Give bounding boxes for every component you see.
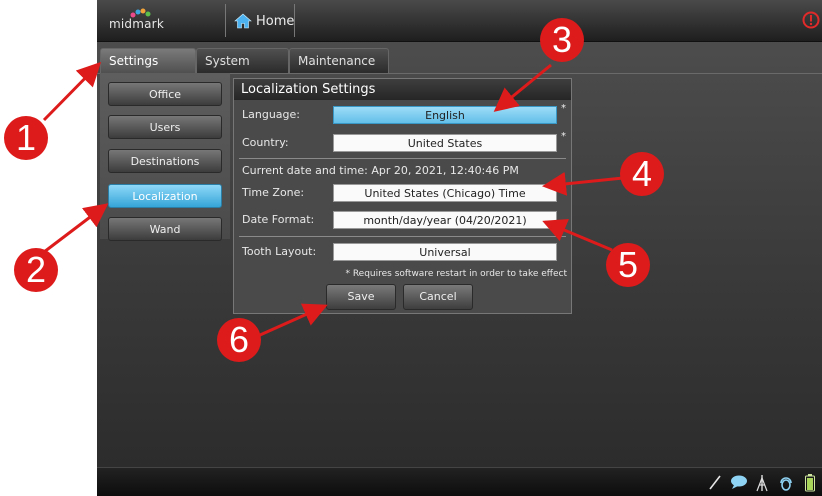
sidebar-item-destinations[interactable]: Destinations: [108, 149, 222, 173]
country-select[interactable]: United States: [333, 134, 557, 152]
date-format-select[interactable]: month/day/year (04/20/2021): [333, 211, 557, 229]
antenna-icon[interactable]: [756, 474, 768, 492]
sidebar-item-wand[interactable]: Wand: [108, 217, 222, 241]
app-window: midmark Home Settings System Maintenance…: [97, 0, 822, 496]
callout-4: 4: [620, 152, 664, 196]
callout-2: 2: [14, 248, 58, 292]
wand-icon[interactable]: [708, 474, 722, 490]
battery-icon: [805, 474, 815, 492]
tab-settings[interactable]: Settings: [100, 48, 196, 74]
required-mark: *: [561, 103, 566, 114]
save-button[interactable]: Save: [326, 284, 396, 310]
divider: [225, 4, 226, 37]
panel-title: Localization Settings: [234, 79, 571, 100]
home-icon: [234, 13, 252, 29]
callout-5: 5: [606, 243, 650, 287]
current-datetime: Current date and time: Apr 20, 2021, 12:…: [242, 164, 519, 177]
tab-maintenance[interactable]: Maintenance: [289, 48, 389, 73]
callout-6: 6: [217, 318, 261, 362]
headset-icon[interactable]: [778, 474, 794, 492]
sidebar-item-office[interactable]: Office: [108, 82, 222, 106]
alert-icon[interactable]: [802, 11, 820, 29]
date-format-label: Date Format:: [242, 213, 315, 226]
tab-system[interactable]: System: [196, 48, 289, 73]
language-label: Language:: [242, 108, 300, 121]
localization-panel: Localization Settings Language: English …: [233, 78, 572, 314]
sidebar-item-localization[interactable]: Localization: [108, 184, 222, 208]
tooth-layout-label: Tooth Layout:: [242, 245, 317, 258]
required-mark: *: [561, 131, 566, 142]
timezone-select[interactable]: United States (Chicago) Time: [333, 184, 557, 202]
divider: [239, 158, 566, 159]
top-bar: midmark Home: [97, 0, 822, 42]
cancel-button[interactable]: Cancel: [403, 284, 473, 310]
callout-3: 3: [540, 18, 584, 62]
sidebar-item-users[interactable]: Users: [108, 115, 222, 139]
restart-note: * Requires software restart in order to …: [345, 269, 567, 279]
status-bar: [97, 467, 822, 496]
country-label: Country:: [242, 136, 289, 149]
midmark-logo: midmark: [109, 8, 164, 31]
divider: [239, 236, 566, 237]
timezone-label: Time Zone:: [242, 186, 305, 199]
arrow-1: [42, 61, 102, 122]
divider: [294, 4, 295, 37]
language-select[interactable]: English: [333, 106, 557, 124]
tooth-layout-select[interactable]: Universal: [333, 243, 557, 261]
chat-icon[interactable]: [730, 474, 748, 490]
logo-dots-icon: [130, 8, 151, 18]
callout-1: 1: [4, 116, 48, 160]
home-button[interactable]: Home: [234, 10, 294, 32]
settings-sidebar: Office Users Destinations Localization W…: [100, 73, 230, 241]
